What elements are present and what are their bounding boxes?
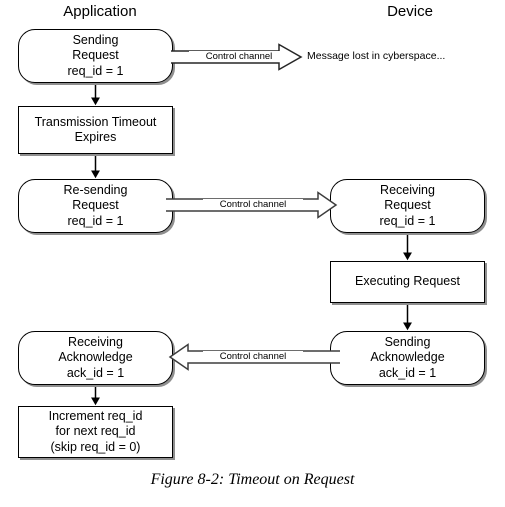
node-resending-request[interactable]: Re-sending Request req_id = 1 bbox=[18, 179, 173, 233]
node-increment-reqid[interactable]: Increment req_id for next req_id (skip r… bbox=[18, 406, 173, 458]
node-line: Acknowledge bbox=[370, 350, 445, 365]
node-line: ack_id = 1 bbox=[66, 365, 125, 380]
node-line: Acknowledge bbox=[58, 350, 133, 365]
node-line: Receiving bbox=[380, 182, 435, 197]
flowchart-figure: Application Device Sending Request req_i… bbox=[0, 0, 505, 507]
node-line: Request bbox=[384, 198, 431, 213]
node-line: Increment req_id bbox=[48, 408, 143, 423]
node-transmission-timeout[interactable]: Transmission Timeout Expires bbox=[18, 106, 173, 154]
node-sending-acknowledge[interactable]: Sending Acknowledge ack_id = 1 bbox=[330, 331, 485, 385]
node-line: Re-sending bbox=[63, 182, 128, 197]
node-executing-request[interactable]: Executing Request bbox=[330, 261, 485, 303]
node-line: ack_id = 1 bbox=[378, 365, 437, 380]
arrow-label-control-channel-1: Control channel bbox=[189, 51, 289, 62]
node-line: req_id = 1 bbox=[67, 63, 124, 78]
column-header-application: Application bbox=[63, 3, 137, 20]
node-line: req_id = 1 bbox=[379, 213, 436, 228]
node-sending-request[interactable]: Sending Request req_id = 1 bbox=[18, 29, 173, 83]
node-line: Request bbox=[72, 198, 119, 213]
node-line: Executing Request bbox=[355, 274, 460, 289]
node-line: (skip req_id = 0) bbox=[50, 439, 141, 454]
node-line: Sending bbox=[384, 334, 431, 349]
arrow-label-control-channel-2: Control channel bbox=[203, 199, 303, 210]
figure-caption: Figure 8-2: Timeout on Request bbox=[150, 471, 355, 488]
node-line: for next req_id bbox=[55, 424, 136, 439]
column-header-device: Device bbox=[387, 3, 433, 20]
node-receiving-request[interactable]: Receiving Request req_id = 1 bbox=[330, 179, 485, 233]
node-line: Expires bbox=[74, 130, 117, 144]
node-line: Transmission Timeout bbox=[34, 114, 157, 129]
node-receiving-acknowledge[interactable]: Receiving Acknowledge ack_id = 1 bbox=[18, 331, 173, 385]
node-line: Sending bbox=[72, 32, 119, 47]
note-message-lost: Message lost in cyberspace... bbox=[307, 50, 446, 62]
arrow-label-control-channel-3: Control channel bbox=[203, 351, 303, 362]
node-line: Request bbox=[72, 48, 119, 63]
node-line: Receiving bbox=[68, 334, 123, 349]
node-line: req_id = 1 bbox=[67, 213, 124, 228]
